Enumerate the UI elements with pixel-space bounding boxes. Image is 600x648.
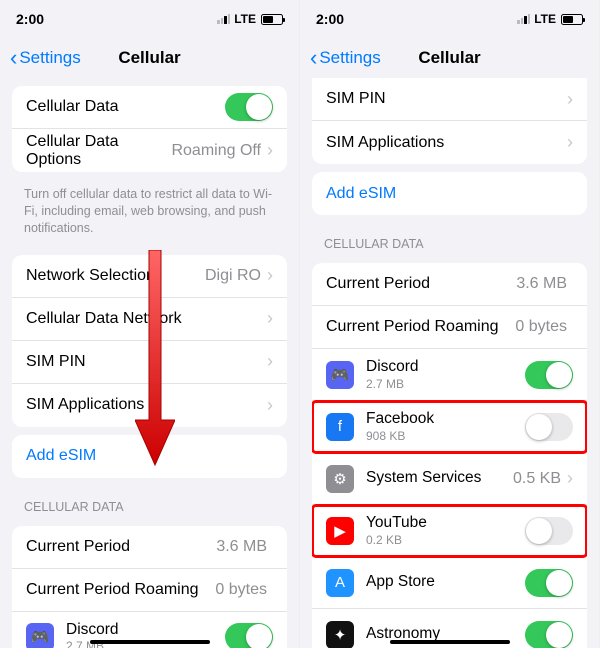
app-name: Discord [66,621,225,640]
chevron-left-icon: ‹ [10,47,17,69]
status-indicators: LTE [217,12,283,26]
chevron-right-icon: › [567,132,573,153]
nav-bar: ‹ Settings Cellular [0,38,299,78]
app-size: 0.2 KB [366,533,525,547]
app-icon: f [326,413,354,441]
app-icon: ▶ [326,517,354,545]
section-header: CELLULAR DATA [300,223,599,255]
app-icon: 🎮 [326,361,354,389]
group-usage: Current Period 3.6 MB Current Period Roa… [12,526,287,648]
app-size: 908 KB [366,429,525,443]
clock: 2:00 [16,11,44,27]
group-esim: Add eSIM [312,172,587,215]
app-icon: ⚙︎ [326,465,354,493]
app-size: 2.7 MB [366,377,525,391]
chevron-right-icon: › [267,351,273,372]
signal-icon [217,14,230,24]
scroll-area[interactable]: SIM PIN › SIM Applications › Add eSIM CE… [300,78,599,648]
cellular-data-row[interactable]: Cellular Data [12,86,287,129]
app-toggle[interactable] [525,413,573,441]
app-toggle[interactable] [225,623,273,648]
clock: 2:00 [316,11,344,27]
status-indicators: LTE [517,12,583,26]
app-icon: 🎮 [26,623,54,648]
app-name: Discord [366,358,525,377]
group-network: Network Selection Digi RO › Cellular Dat… [12,255,287,427]
chevron-right-icon: › [267,308,273,329]
app-toggle[interactable] [525,621,573,648]
app-toggle[interactable] [525,569,573,597]
back-button[interactable]: ‹ Settings [10,47,81,69]
app-toggle[interactable] [525,361,573,389]
network-type: LTE [534,12,556,26]
sim-pin-row[interactable]: SIM PIN › [312,78,587,121]
chevron-right-icon: › [567,468,573,489]
chevron-right-icon: › [567,89,573,110]
battery-icon [561,14,583,25]
current-period-row: Current Period 3.6 MB [312,263,587,306]
section-header: CELLULAR DATA [0,486,299,518]
back-label: Settings [19,48,80,68]
group-sim-partial: SIM PIN › SIM Applications › [312,78,587,164]
current-period-roaming-row: Current Period Roaming 0 bytes [312,306,587,349]
app-row[interactable]: 🎮 Discord2.7 MB [312,349,587,401]
signal-icon [517,14,530,24]
network-selection-row[interactable]: Network Selection Digi RO › [12,255,287,298]
app-row[interactable]: ▶ YouTube0.2 KB [312,505,587,557]
cellular-options-row[interactable]: Cellular Data Options Roaming Off › [12,129,287,172]
back-label: Settings [319,48,380,68]
group-usage: Current Period 3.6 MB Current Period Roa… [312,263,587,648]
current-period-roaming-row: Current Period Roaming 0 bytes [12,569,287,612]
sim-pin-row[interactable]: SIM PIN › [12,341,287,384]
group-esim: Add eSIM [12,435,287,478]
app-row[interactable]: f Facebook908 KB [312,401,587,453]
chevron-right-icon: › [267,140,273,161]
current-period-row: Current Period 3.6 MB [12,526,287,569]
home-indicator[interactable] [90,640,210,644]
app-size-value: 0.5 KB [513,470,561,488]
hint-text: Turn off cellular data to restrict all d… [0,180,299,247]
chevron-right-icon: › [267,265,273,286]
app-name: Facebook [366,410,525,429]
back-button[interactable]: ‹ Settings [310,47,381,69]
app-icon: A [326,569,354,597]
nav-bar: ‹ Settings Cellular [300,38,599,78]
add-esim-row[interactable]: Add eSIM [312,172,587,215]
app-row[interactable]: ⚙︎ System Services 0.5 KB › [312,453,587,505]
chevron-right-icon: › [267,395,273,416]
network-type: LTE [234,12,256,26]
cellular-data-toggle[interactable] [225,93,273,121]
app-name: App Store [366,573,525,592]
cellular-data-network-row[interactable]: Cellular Data Network › [12,298,287,341]
sim-applications-row[interactable]: SIM Applications › [12,384,287,427]
phone-left: 2:00 LTE ‹ Settings Cellular Cellular Da… [0,0,300,648]
group-cellular: Cellular Data Cellular Data Options Roam… [12,86,287,172]
app-name: YouTube [366,514,525,533]
sim-applications-row[interactable]: SIM Applications › [312,121,587,164]
chevron-left-icon: ‹ [310,47,317,69]
add-esim-row[interactable]: Add eSIM [12,435,287,478]
scroll-area[interactable]: Cellular Data Cellular Data Options Roam… [0,78,299,648]
app-row[interactable]: A App Store [312,557,587,609]
phone-right: 2:00 LTE ‹ Settings Cellular SIM PIN › S… [300,0,600,648]
battery-icon [261,14,283,25]
app-icon: ✦ [326,621,354,648]
home-indicator[interactable] [390,640,510,644]
status-bar: 2:00 LTE [300,0,599,38]
app-name: System Services [366,469,513,488]
app-toggle[interactable] [525,517,573,545]
status-bar: 2:00 LTE [0,0,299,38]
